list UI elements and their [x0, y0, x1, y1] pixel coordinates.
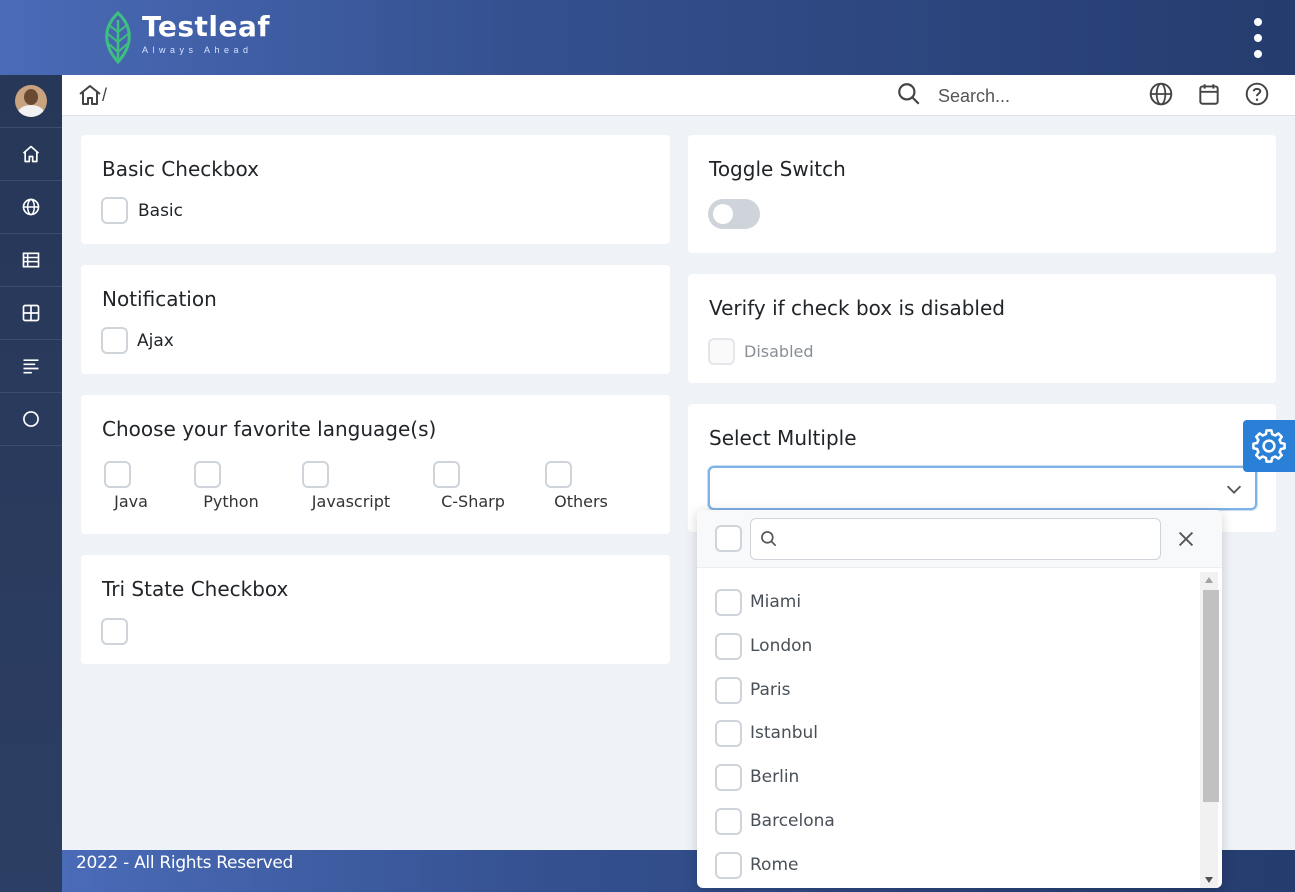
close-icon[interactable]	[1175, 528, 1197, 550]
language-label[interactable]: Javascript	[306, 492, 396, 511]
breadcrumb: /	[78, 83, 107, 107]
javascript-checkbox[interactable]	[302, 461, 329, 488]
testleaf-logo[interactable]: Testleaf Always Ahead	[98, 10, 270, 66]
chevron-down-icon[interactable]	[1223, 478, 1245, 500]
toggle-switch-card: Toggle Switch	[688, 135, 1276, 253]
python-checkbox[interactable]	[194, 461, 221, 488]
card-title: Basic Checkbox	[102, 157, 259, 181]
toggle-switch[interactable]	[708, 199, 760, 229]
language-label[interactable]: Others	[536, 492, 626, 511]
option-checkbox[interactable]	[715, 677, 742, 704]
sidebar	[0, 75, 62, 892]
city-multiselect[interactable]	[708, 466, 1257, 510]
language-globe-icon[interactable]	[1148, 81, 1174, 107]
brand-name: Testleaf	[142, 10, 271, 43]
dropdown-option[interactable]: Berlin	[697, 756, 1197, 800]
dropdown-option[interactable]: London	[697, 625, 1197, 669]
filter-input[interactable]	[787, 527, 1147, 551]
breadcrumb-separator: /	[102, 84, 108, 105]
scroll-down-arrow-icon[interactable]	[1205, 877, 1213, 883]
dropdown-option[interactable]: Rome	[697, 844, 1197, 888]
scroll-up-arrow-icon[interactable]	[1205, 577, 1213, 583]
language-label[interactable]: Java	[86, 492, 176, 511]
sidebar-item-circle[interactable]	[0, 393, 62, 446]
option-checkbox[interactable]	[715, 808, 742, 835]
card-title: Toggle Switch	[709, 157, 846, 181]
option-checkbox[interactable]	[715, 720, 742, 747]
option-label[interactable]: Barcelona	[750, 811, 835, 831]
card-title: Verify if check box is disabled	[709, 296, 1005, 320]
dropdown-option[interactable]: Istanbul	[697, 712, 1197, 756]
option-label[interactable]: Istanbul	[750, 723, 818, 743]
select-all-checkbox[interactable]	[715, 525, 742, 552]
text-align-icon	[23, 359, 39, 374]
more-menu-icon[interactable]	[1249, 18, 1267, 58]
sidebar-item-grid[interactable]	[0, 287, 62, 340]
search-icon[interactable]	[896, 81, 922, 107]
search-icon	[761, 531, 777, 547]
globe-icon	[22, 198, 40, 216]
home-icon	[22, 145, 40, 163]
card-title: Tri State Checkbox	[102, 577, 289, 601]
basic-checkbox-card: Basic Checkbox Basic	[81, 135, 670, 244]
search-input[interactable]	[938, 83, 1118, 109]
avatar[interactable]	[15, 85, 47, 117]
brand-tagline: Always Ahead	[142, 45, 253, 55]
option-label[interactable]: Berlin	[750, 767, 799, 787]
top-bar: Testleaf Always Ahead	[0, 0, 1295, 75]
tri-state-checkbox[interactable]	[101, 618, 128, 645]
multiselect-dropdown-panel: Miami London Paris Istanbul Berlin Barce…	[697, 510, 1222, 888]
dropdown-option[interactable]: Paris	[697, 669, 1197, 713]
scroll-thumb[interactable]	[1203, 590, 1219, 802]
option-label[interactable]: Miami	[750, 592, 801, 612]
breadcrumb-bar: /	[62, 75, 1295, 116]
gear-icon	[1252, 429, 1286, 463]
dropdown-header	[697, 510, 1222, 568]
ajax-checkbox[interactable]	[101, 327, 128, 354]
tri-state-card: Tri State Checkbox	[81, 555, 670, 664]
java-checkbox[interactable]	[104, 461, 131, 488]
option-checkbox[interactable]	[715, 633, 742, 660]
sidebar-item-text[interactable]	[0, 340, 62, 393]
grid-icon	[22, 304, 40, 322]
csharp-checkbox[interactable]	[433, 461, 460, 488]
sidebar-item-table[interactable]	[0, 234, 62, 287]
dropdown-option[interactable]: Miami	[697, 581, 1197, 625]
option-label[interactable]: London	[750, 636, 812, 656]
others-checkbox[interactable]	[545, 461, 572, 488]
checkbox-label: Disabled	[744, 342, 814, 361]
option-checkbox[interactable]	[715, 589, 742, 616]
sidebar-item-home[interactable]	[0, 128, 62, 181]
circle-icon	[23, 411, 39, 427]
help-icon[interactable]	[1244, 81, 1270, 107]
calendar-icon[interactable]	[1196, 81, 1222, 107]
card-title: Choose your favorite language(s)	[102, 417, 437, 441]
dropdown-scrollbar[interactable]	[1200, 572, 1219, 888]
option-checkbox[interactable]	[715, 852, 742, 879]
notification-card: Notification Ajax	[81, 265, 670, 374]
option-label[interactable]: Rome	[750, 855, 798, 875]
card-title: Notification	[102, 287, 217, 311]
leaf-logo-icon	[105, 10, 131, 65]
checkbox-label[interactable]: Basic	[138, 201, 183, 221]
settings-button[interactable]	[1243, 420, 1295, 472]
sidebar-item-globe[interactable]	[0, 181, 62, 234]
sidebar-item-profile[interactable]	[0, 75, 62, 128]
dropdown-filter[interactable]	[750, 518, 1161, 560]
footer-copyright: 2022 - All Rights Reserved	[76, 853, 294, 873]
option-checkbox[interactable]	[715, 764, 742, 791]
language-label[interactable]: Python	[186, 492, 276, 511]
dropdown-option[interactable]: Barcelona	[697, 800, 1197, 844]
home-breadcrumb-icon[interactable]	[78, 83, 102, 107]
disabled-checkbox-card: Verify if check box is disabled Disabled	[688, 274, 1276, 383]
table-icon	[22, 252, 40, 268]
languages-card: Choose your favorite language(s) Java Py…	[81, 395, 670, 534]
disabled-checkbox	[708, 338, 735, 365]
card-title: Select Multiple	[709, 426, 857, 450]
checkbox-label[interactable]: Ajax	[137, 331, 174, 351]
language-label[interactable]: C-Sharp	[428, 492, 518, 511]
basic-checkbox[interactable]	[101, 197, 128, 224]
option-label[interactable]: Paris	[750, 680, 790, 700]
